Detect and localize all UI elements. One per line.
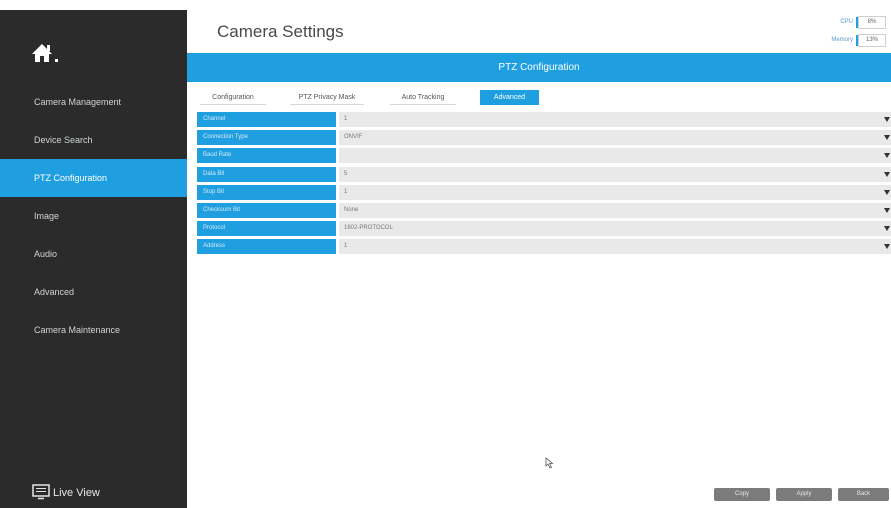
chevron-down-icon xyxy=(884,244,890,249)
sidebar-item-advanced[interactable]: Advanced xyxy=(0,273,187,311)
sidebar-item-ptz-configuration[interactable]: PTZ Configuration xyxy=(0,159,187,197)
connection-type-row: Connection Type ONVIF xyxy=(197,130,891,145)
section-banner: PTZ Configuration xyxy=(187,53,891,82)
chevron-down-icon xyxy=(884,226,890,231)
tab-advanced[interactable]: Advanced xyxy=(480,90,539,105)
chevron-down-icon xyxy=(884,117,890,122)
address-row: Address 1 xyxy=(197,239,891,254)
sidebar-item-image[interactable]: Image xyxy=(0,197,187,235)
data-bit-value: 5 xyxy=(344,171,348,177)
address-value: 1 xyxy=(344,243,348,249)
chevron-down-icon xyxy=(884,190,890,195)
protocol-value: 1602-PROTOCOL xyxy=(344,225,393,231)
sidebar-item-audio[interactable]: Audio xyxy=(0,235,187,273)
checksum-bit-row: Checksum Bit None xyxy=(197,203,891,218)
sidebar-item-camera-management[interactable]: Camera Management xyxy=(0,83,187,121)
checksum-bit-label: Checksum Bit xyxy=(197,203,336,218)
channel-row: Channel 1 xyxy=(197,112,891,127)
sidebar-item-camera-maintenance[interactable]: Camera Maintenance xyxy=(0,311,187,349)
baud-rate-label: Baud Rate xyxy=(197,148,336,163)
memory-label: Memory xyxy=(831,37,853,43)
checksum-bit-select[interactable]: None xyxy=(339,203,891,218)
data-bit-select[interactable]: 5 xyxy=(339,167,891,182)
protocol-select[interactable]: 1602-PROTOCOL xyxy=(339,221,891,236)
address-select[interactable]: 1 xyxy=(339,239,891,254)
chevron-down-icon xyxy=(884,153,890,158)
data-bit-label: Data Bit xyxy=(197,167,336,182)
monitor-icon xyxy=(32,483,53,503)
mouse-pointer-icon xyxy=(545,456,555,474)
home-icon[interactable] xyxy=(30,40,70,70)
connection-type-label: Connection Type xyxy=(197,130,336,145)
checksum-bit-value: None xyxy=(344,207,359,213)
address-label: Address xyxy=(197,239,336,254)
chevron-down-icon xyxy=(884,135,890,140)
page-title: Camera Settings xyxy=(217,22,344,41)
channel-label: Channel xyxy=(197,112,336,127)
live-view-button[interactable]: Live View xyxy=(32,483,100,503)
data-bit-row: Data Bit 5 xyxy=(197,167,891,182)
sidebar-item-device-search[interactable]: Device Search xyxy=(0,121,187,159)
apply-button[interactable]: Apply xyxy=(776,488,832,501)
live-view-label: Live View xyxy=(53,487,100,499)
stop-bit-value: 1 xyxy=(344,189,348,195)
copy-button[interactable]: Copy xyxy=(714,488,770,501)
baud-rate-row: Baud Rate xyxy=(197,148,891,163)
channel-select[interactable]: 1 xyxy=(339,112,891,127)
tab-ptz-privacy-mask[interactable]: PTZ Privacy Mask xyxy=(290,90,364,105)
chevron-down-icon xyxy=(884,172,890,177)
stop-bit-select[interactable]: 1 xyxy=(339,185,891,200)
sidebar-menu: Camera Management Device Search PTZ Conf… xyxy=(0,83,187,349)
connection-type-select[interactable]: ONVIF xyxy=(339,130,891,145)
tab-configuration[interactable]: Configuration xyxy=(200,90,266,105)
stop-bit-row: Stop Bit 1 xyxy=(197,185,891,200)
cpu-label: CPU xyxy=(840,19,853,25)
back-button[interactable]: Back xyxy=(838,488,889,501)
protocol-label: Protocol xyxy=(197,221,336,236)
connection-type-value: ONVIF xyxy=(344,134,363,140)
baud-rate-select[interactable] xyxy=(339,148,891,163)
channel-value: 1 xyxy=(344,116,348,122)
sidebar: Camera Management Device Search PTZ Conf… xyxy=(0,10,187,508)
tab-auto-tracking[interactable]: Auto Tracking xyxy=(390,90,456,105)
chevron-down-icon xyxy=(884,208,890,213)
memory-value: 13% xyxy=(858,34,886,47)
stop-bit-label: Stop Bit xyxy=(197,185,336,200)
protocol-row: Protocol 1602-PROTOCOL xyxy=(197,221,891,236)
cpu-value: 8% xyxy=(858,16,886,29)
